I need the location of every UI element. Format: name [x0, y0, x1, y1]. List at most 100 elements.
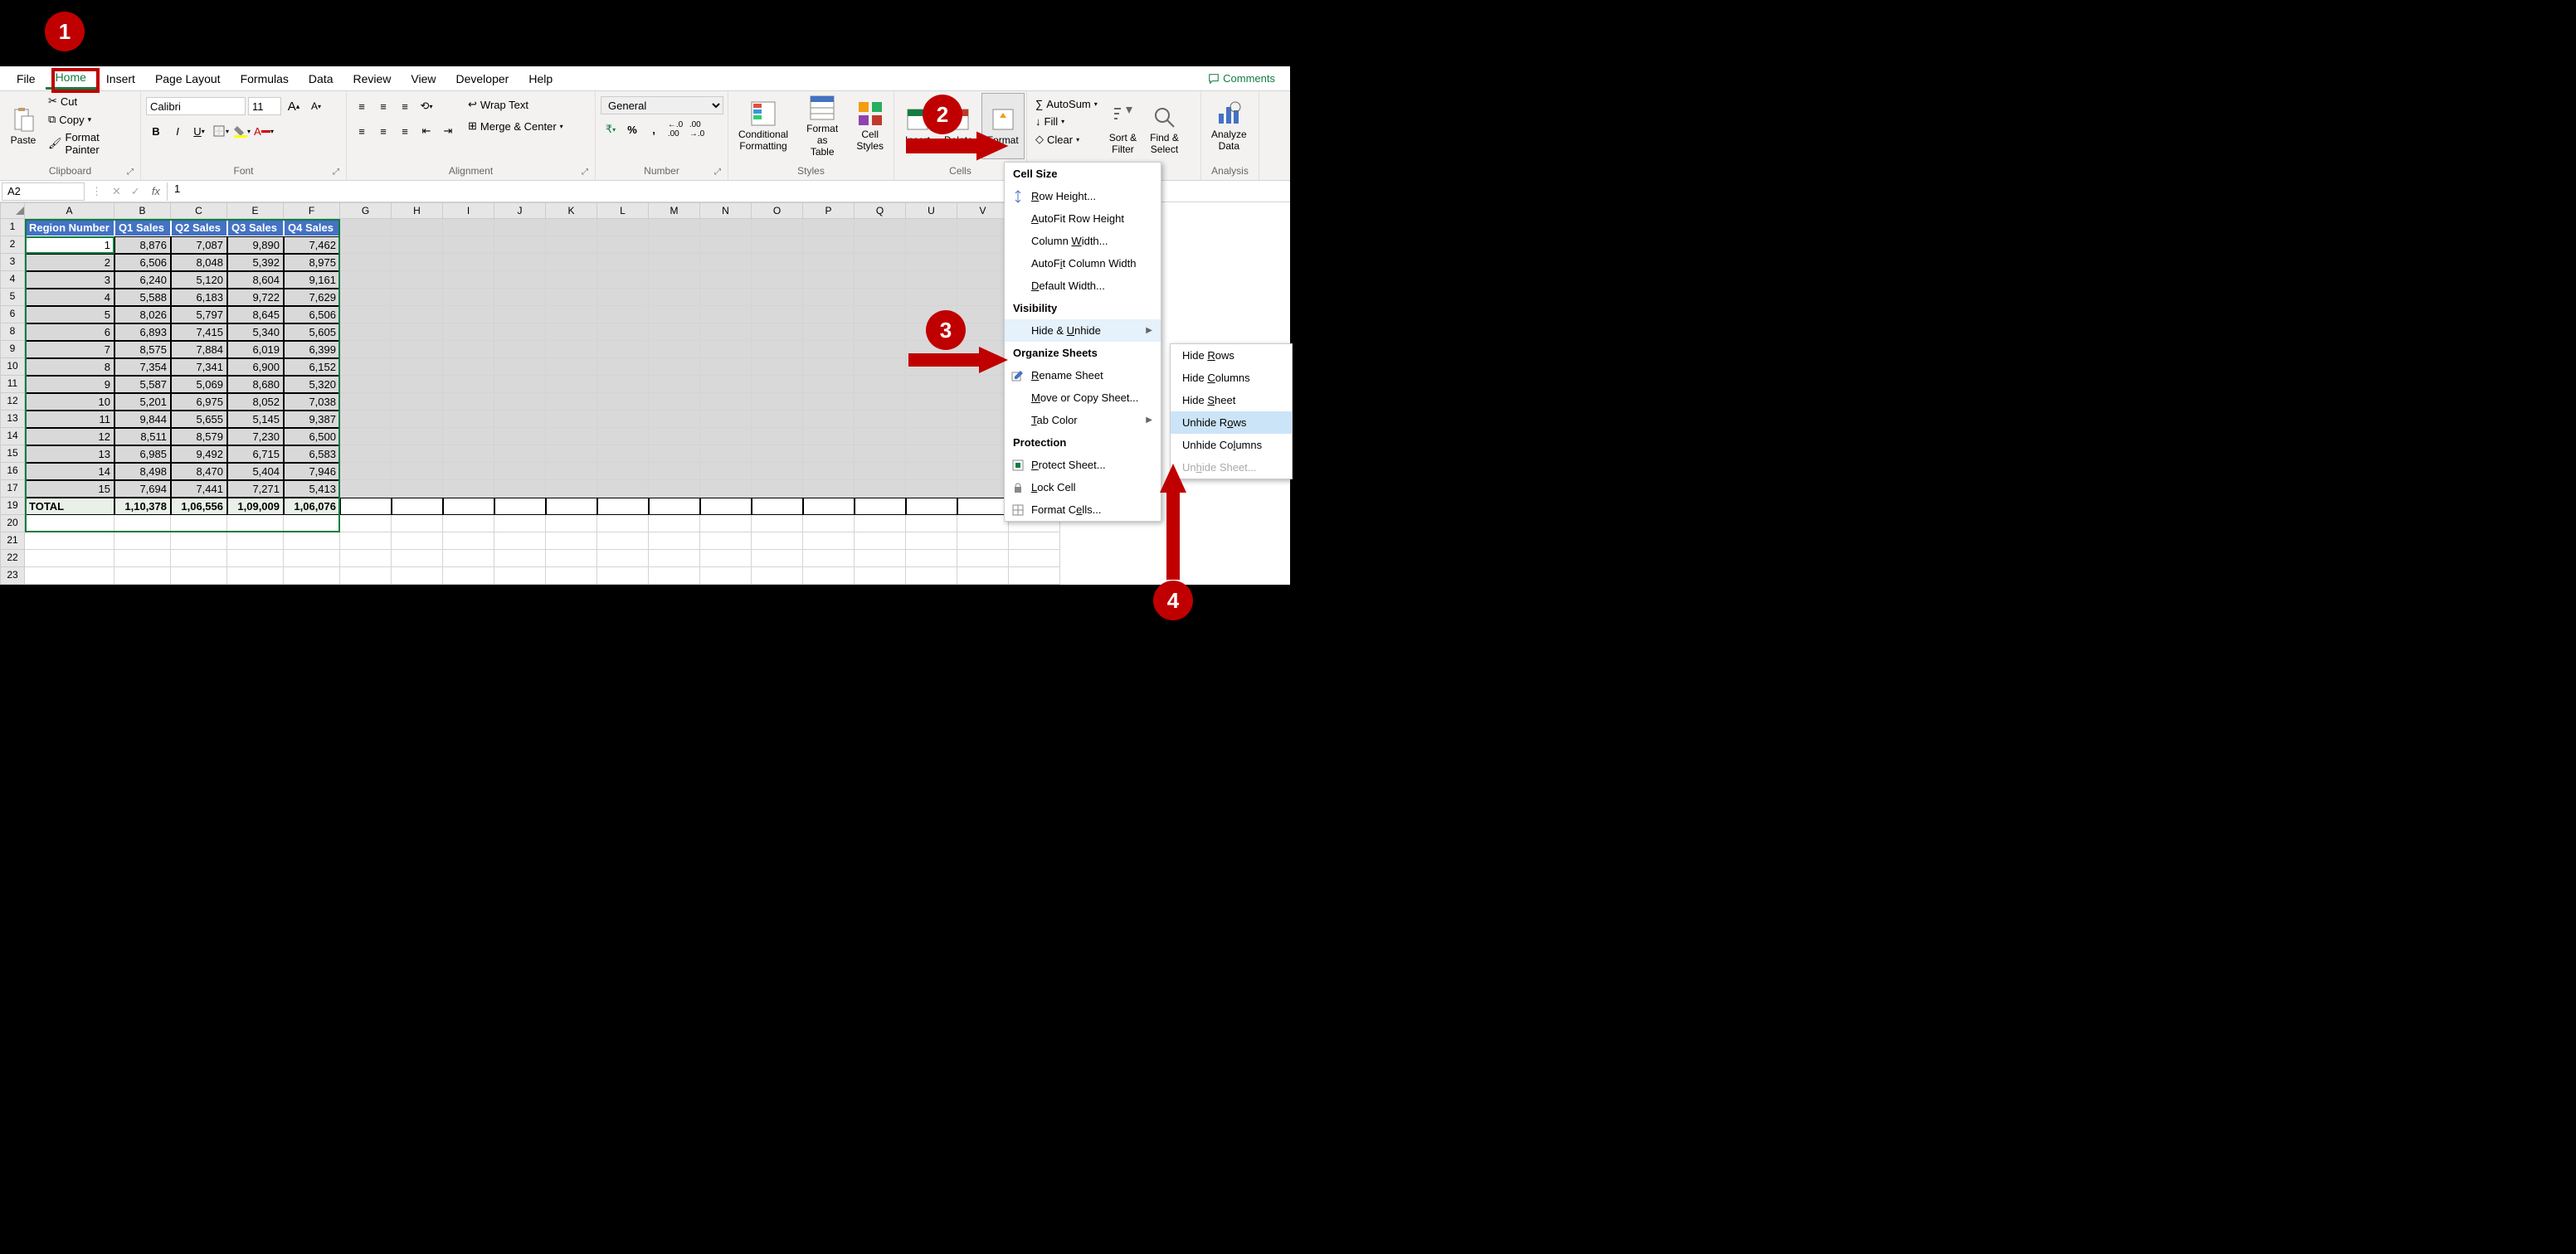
empty-cell[interactable] [855, 532, 906, 550]
data-cell[interactable]: 12 [25, 428, 114, 445]
empty-cell[interactable] [494, 236, 546, 254]
empty-cell[interactable] [392, 271, 443, 289]
data-cell[interactable]: 7,441 [171, 480, 227, 498]
empty-cell[interactable] [546, 219, 597, 236]
align-bottom-icon[interactable]: ≡ [395, 96, 415, 116]
empty-cell[interactable] [546, 341, 597, 358]
empty-cell[interactable] [443, 393, 494, 411]
empty-cell[interactable] [906, 480, 957, 498]
empty-cell[interactable] [855, 341, 906, 358]
tab-file[interactable]: File [7, 69, 46, 89]
data-cell[interactable]: 6,893 [114, 323, 171, 341]
column-header-V[interactable]: V [957, 202, 1009, 219]
column-header-A[interactable]: A [25, 202, 114, 219]
empty-cell[interactable] [649, 236, 700, 254]
empty-cell[interactable] [957, 306, 1009, 323]
submenu-unhide-rows[interactable]: Unhide Rows [1171, 411, 1292, 434]
accounting-button[interactable]: ₹▾ [601, 119, 621, 139]
data-cell[interactable]: 7,694 [114, 480, 171, 498]
empty-cell[interactable] [855, 463, 906, 480]
alignment-launcher-icon[interactable]: ⤢ [582, 168, 588, 177]
empty-cell[interactable] [906, 550, 957, 567]
align-right-icon[interactable]: ≡ [395, 121, 415, 141]
empty-cell[interactable] [700, 306, 752, 323]
data-cell[interactable]: 5,797 [171, 306, 227, 323]
empty-cell[interactable] [957, 498, 1009, 515]
menu-tab-color[interactable]: Tab Color▶ [1005, 409, 1161, 431]
empty-cell[interactable] [700, 254, 752, 271]
data-cell[interactable]: 5,120 [171, 271, 227, 289]
empty-cell[interactable] [392, 236, 443, 254]
empty-cell[interactable] [803, 515, 855, 532]
row-header-5[interactable]: 5 [0, 289, 25, 306]
data-cell[interactable]: 7,087 [171, 236, 227, 254]
empty-cell[interactable] [392, 341, 443, 358]
empty-cell[interactable] [392, 393, 443, 411]
empty-cell[interactable] [443, 411, 494, 428]
empty-cell[interactable] [752, 236, 803, 254]
total-cell[interactable]: 1,06,076 [284, 498, 340, 515]
empty-cell[interactable] [649, 498, 700, 515]
empty-cell[interactable] [494, 323, 546, 341]
tab-view[interactable]: View [401, 69, 446, 89]
empty-cell[interactable] [855, 376, 906, 393]
empty-cell[interactable] [494, 550, 546, 567]
empty-cell[interactable] [803, 323, 855, 341]
empty-cell[interactable] [443, 254, 494, 271]
empty-cell[interactable] [546, 498, 597, 515]
align-middle-icon[interactable]: ≡ [373, 96, 393, 116]
empty-cell[interactable] [284, 532, 340, 550]
empty-cell[interactable] [649, 532, 700, 550]
empty-cell[interactable] [752, 323, 803, 341]
empty-cell[interactable] [171, 515, 227, 532]
empty-cell[interactable] [855, 271, 906, 289]
empty-cell[interactable] [546, 376, 597, 393]
column-header-M[interactable]: M [649, 202, 700, 219]
empty-cell[interactable] [443, 219, 494, 236]
empty-cell[interactable] [700, 498, 752, 515]
data-cell[interactable]: 5,605 [284, 323, 340, 341]
tab-help[interactable]: Help [519, 69, 562, 89]
data-cell[interactable]: 6,900 [227, 358, 284, 376]
empty-cell[interactable] [114, 567, 171, 585]
data-cell[interactable]: 8,579 [171, 428, 227, 445]
data-cell[interactable]: 8,604 [227, 271, 284, 289]
empty-cell[interactable] [443, 358, 494, 376]
empty-cell[interactable] [957, 236, 1009, 254]
column-header-U[interactable]: U [906, 202, 957, 219]
empty-cell[interactable] [340, 393, 392, 411]
data-cell[interactable]: 8,052 [227, 393, 284, 411]
empty-cell[interactable] [700, 393, 752, 411]
empty-cell[interactable] [546, 428, 597, 445]
empty-cell[interactable] [392, 376, 443, 393]
empty-cell[interactable] [284, 515, 340, 532]
empty-cell[interactable] [700, 271, 752, 289]
empty-cell[interactable] [443, 567, 494, 585]
empty-cell[interactable] [906, 532, 957, 550]
empty-cell[interactable] [597, 323, 649, 341]
number-format-select[interactable]: General [601, 96, 723, 114]
format-as-table-button[interactable]: Format as Table [796, 93, 848, 159]
empty-cell[interactable] [443, 428, 494, 445]
empty-cell[interactable] [597, 463, 649, 480]
empty-cell[interactable] [906, 411, 957, 428]
empty-cell[interactable] [392, 306, 443, 323]
fill-button[interactable]: ↓Fill ▾ [1032, 114, 1101, 129]
empty-cell[interactable] [906, 289, 957, 306]
empty-cell[interactable] [392, 567, 443, 585]
autosum-button[interactable]: ∑AutoSum ▾ [1032, 96, 1101, 112]
empty-cell[interactable] [803, 341, 855, 358]
data-cell[interactable]: 6,152 [284, 358, 340, 376]
empty-cell[interactable] [494, 358, 546, 376]
empty-cell[interactable] [906, 254, 957, 271]
row-header-2[interactable]: 2 [0, 236, 25, 254]
empty-cell[interactable] [340, 236, 392, 254]
empty-cell[interactable] [494, 411, 546, 428]
number-launcher-icon[interactable]: ⤢ [714, 168, 721, 177]
empty-cell[interactable] [340, 445, 392, 463]
column-header-N[interactable]: N [700, 202, 752, 219]
empty-cell[interactable] [340, 254, 392, 271]
decrease-font-icon[interactable]: A▾ [306, 96, 326, 116]
empty-cell[interactable] [546, 271, 597, 289]
data-cell[interactable]: 11 [25, 411, 114, 428]
